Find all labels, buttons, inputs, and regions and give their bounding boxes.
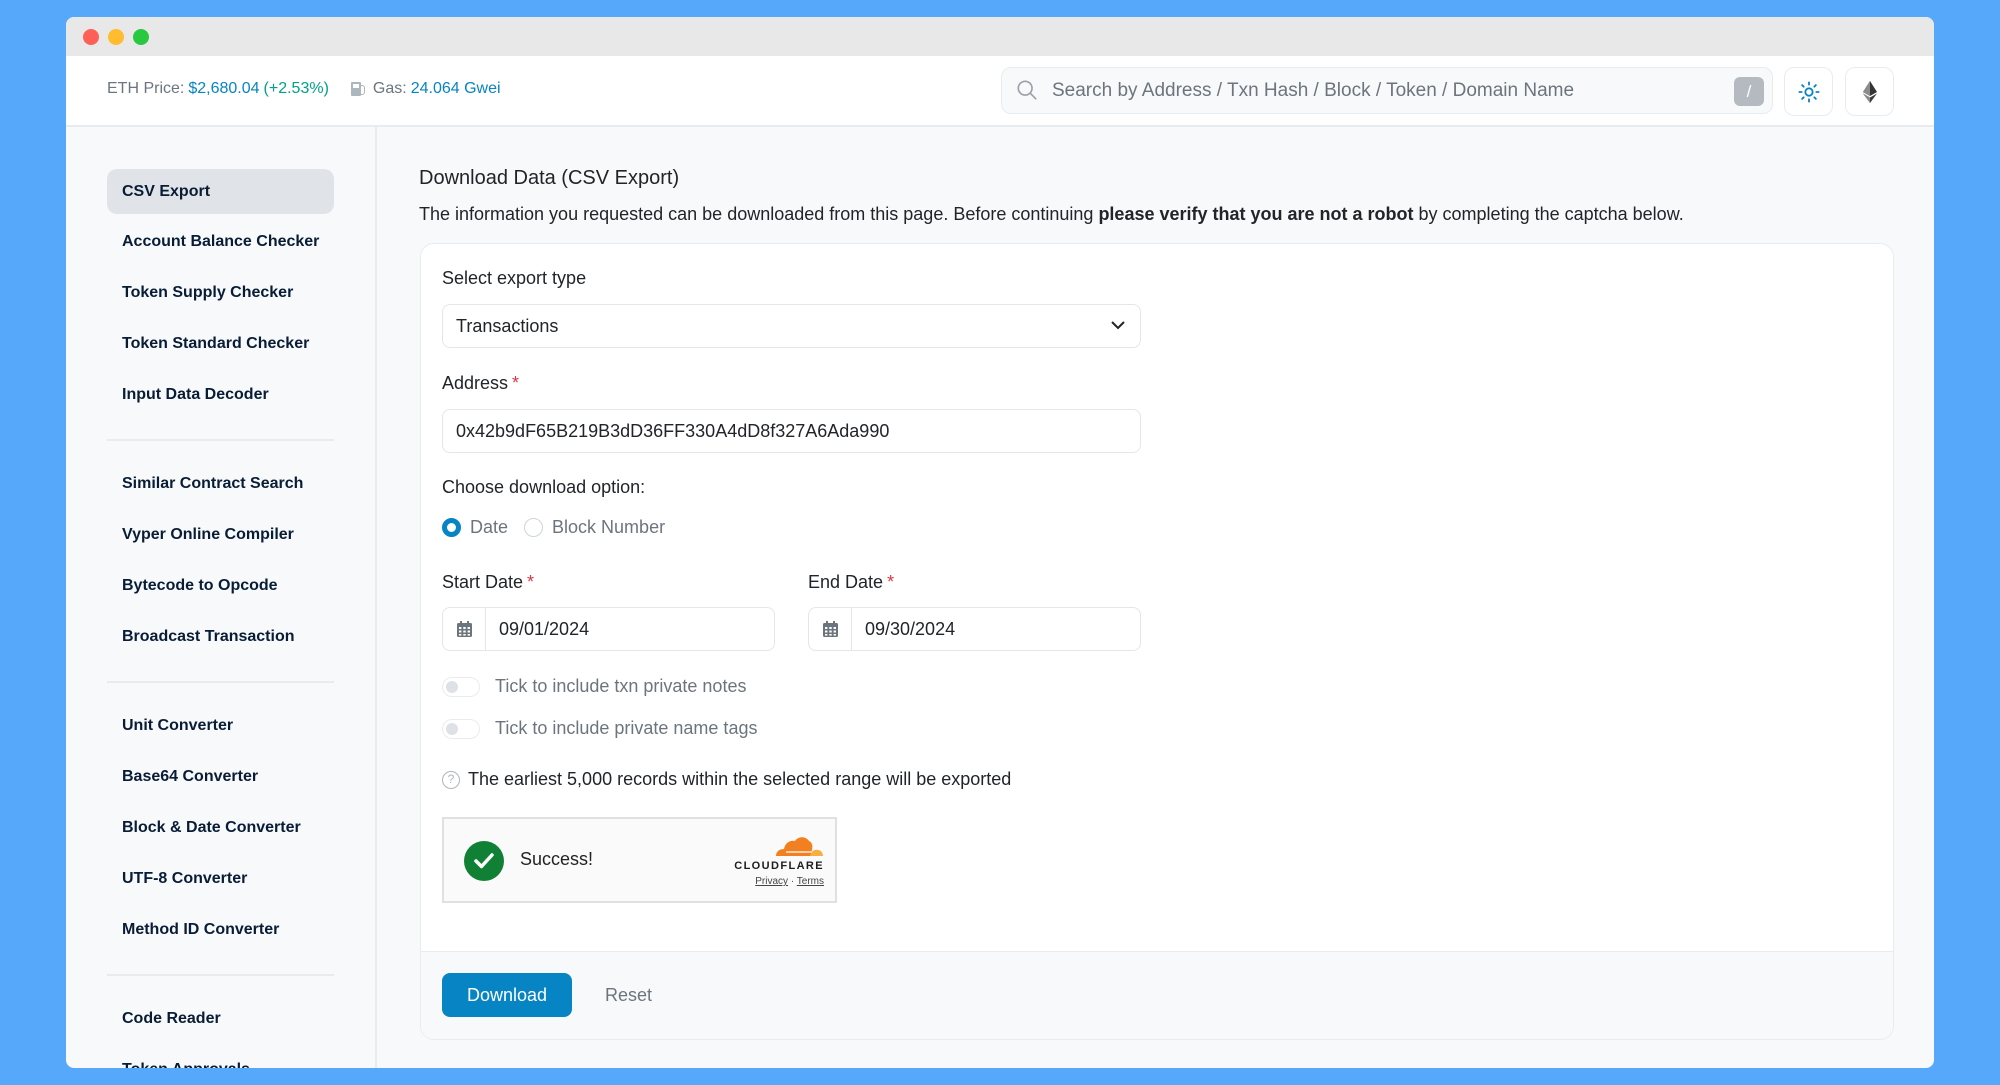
date-radio-label[interactable]: Date (470, 517, 508, 538)
sidebar-item-vyper-online-compiler[interactable]: Vyper Online Compiler (107, 512, 334, 557)
sidebar-item-input-data-decoder[interactable]: Input Data Decoder (107, 372, 334, 417)
gas-label: Gas: (372, 80, 407, 97)
sidebar: CSV Export Account Balance Checker Token… (66, 127, 377, 1068)
sun-icon (1797, 80, 1820, 103)
description-text: by completing the captcha below. (1413, 204, 1684, 224)
sidebar-item-token-supply-checker[interactable]: Token Supply Checker (107, 270, 334, 315)
start-date-label-text: Start Date (442, 572, 524, 592)
end-date-label: End Date * (808, 572, 894, 593)
export-form-card: Select export type Transactions Address *… (420, 243, 1894, 1040)
private-notes-toggle-row: Tick to include txn private notes (442, 676, 746, 697)
calendar-icon[interactable] (443, 608, 486, 650)
sidebar-item-token-approvals[interactable]: Token Approvals (107, 1047, 334, 1068)
private-name-tags-toggle-label: Tick to include private name tags (495, 718, 758, 738)
page-description: The information you requested can be dow… (419, 204, 1684, 225)
sidebar-item-base64-converter[interactable]: Base64 Converter (107, 754, 334, 799)
end-date-input[interactable]: 09/30/2024 (808, 607, 1141, 651)
search-input[interactable] (1052, 68, 1712, 113)
title-bar (66, 17, 1934, 56)
sidebar-item-bytecode-to-opcode[interactable]: Bytecode to Opcode (107, 563, 334, 608)
eth-price-label: ETH Price: (107, 80, 185, 97)
success-check-icon (464, 841, 504, 881)
private-name-tags-toggle[interactable] (442, 718, 480, 739)
close-window-button[interactable] (83, 29, 99, 45)
end-date-value: 09/30/2024 (865, 619, 956, 639)
cloudflare-wordmark: CLOUDFLARE (734, 860, 824, 872)
block-number-radio-label[interactable]: Block Number (552, 517, 665, 538)
ethereum-icon (1862, 80, 1877, 103)
sidebar-item-account-balance-checker[interactable]: Account Balance Checker (107, 219, 334, 264)
export-type-label: Select export type (442, 268, 587, 288)
required-asterisk: * (887, 572, 895, 592)
page-title: Download Data (CSV Export) (419, 167, 680, 189)
main-content: Download Data (CSV Export) The informati… (419, 127, 1894, 1068)
download-option-group: Date Block Number (442, 517, 681, 538)
cloudflare-logo: CLOUDFLARE Privacy · Terms (716, 832, 826, 892)
address-label: Address * (442, 373, 519, 394)
end-date-label-text: End Date (808, 572, 884, 592)
sidebar-item-similar-contract-search[interactable]: Similar Contract Search (107, 461, 334, 506)
form-actions: Download Reset (421, 951, 1893, 1039)
sidebar-item-method-id-converter[interactable]: Method ID Converter (107, 907, 334, 952)
private-notes-toggle[interactable] (442, 676, 480, 697)
sidebar-divider (107, 681, 334, 683)
maximize-window-button[interactable] (133, 29, 149, 45)
required-asterisk: * (512, 373, 520, 393)
sidebar-item-code-reader[interactable]: Code Reader (107, 996, 334, 1041)
sidebar-item-csv-export[interactable]: CSV Export (107, 169, 334, 214)
sidebar-item-unit-converter[interactable]: Unit Converter (107, 703, 334, 748)
cloudflare-cloud-icon (776, 837, 823, 856)
theme-toggle-button[interactable] (1784, 67, 1833, 116)
captcha-status: Success! (520, 849, 594, 869)
network-switch-button[interactable] (1845, 67, 1894, 116)
chevron-down-icon (1111, 321, 1125, 330)
start-date-label: Start Date * (442, 572, 534, 593)
description-text: The information you requested can be dow… (419, 204, 1099, 224)
required-asterisk: * (527, 572, 535, 592)
sidebar-divider (107, 974, 334, 976)
network-stats: ETH Price: $2,680.04 (+2.53%) Gas: 24.06… (107, 80, 501, 98)
site-header: ETH Price: $2,680.04 (+2.53%) Gas: 24.06… (66, 56, 1934, 127)
captcha-links: Privacy · Terms (755, 876, 824, 887)
start-date-input[interactable]: 09/01/2024 (442, 607, 775, 651)
search-shortcut-key: / (1734, 77, 1764, 106)
block-number-radio[interactable] (524, 518, 544, 537)
browser-window: ETH Price: $2,680.04 (+2.53%) Gas: 24.06… (66, 17, 1934, 1068)
sidebar-item-token-standard-checker[interactable]: Token Standard Checker (107, 321, 334, 366)
sidebar-item-utf8-converter[interactable]: UTF-8 Converter (107, 856, 334, 901)
terms-link[interactable]: Terms (797, 876, 824, 887)
sidebar-item-broadcast-transaction[interactable]: Broadcast Transaction (107, 614, 334, 659)
export-type-select[interactable]: Transactions (442, 304, 1141, 348)
private-notes-toggle-label: Tick to include txn private notes (495, 676, 747, 696)
cloudflare-captcha: Success! CLOUDFLARE Privacy · Terms (442, 817, 837, 903)
export-type-selected-value: Transactions (456, 316, 559, 336)
eth-price-value[interactable]: $2,680.04 (188, 80, 259, 98)
start-date-value: 09/01/2024 (499, 619, 590, 639)
sidebar-item-block-date-converter[interactable]: Block & Date Converter (107, 805, 334, 850)
minimize-window-button[interactable] (108, 29, 124, 45)
gas-pump-icon (350, 81, 365, 97)
eth-price-change: (+2.53%) (263, 80, 329, 97)
private-name-tags-toggle-row: Tick to include private name tags (442, 718, 757, 739)
address-input[interactable] (442, 409, 1141, 453)
question-circle-icon[interactable]: ? (442, 770, 460, 789)
date-radio[interactable] (442, 518, 461, 537)
search-icon (1017, 80, 1037, 100)
search-box: / (1001, 67, 1773, 114)
download-button[interactable]: Download (442, 973, 572, 1017)
sidebar-divider (107, 439, 334, 441)
link-separator: · (790, 876, 795, 887)
privacy-link[interactable]: Privacy (755, 876, 788, 887)
gas-value[interactable]: 24.064 Gwei (411, 80, 501, 98)
calendar-icon[interactable] (809, 608, 852, 650)
export-limit-note: ? The earliest 5,000 records within the … (442, 769, 1011, 790)
address-label-text: Address (442, 373, 509, 393)
reset-button[interactable]: Reset (605, 973, 652, 1017)
export-limit-text: The earliest 5,000 records within the se… (468, 769, 1012, 789)
download-option-label: Choose download option: (442, 477, 646, 497)
description-emphasis: please verify that you are not a robot (1098, 204, 1414, 224)
